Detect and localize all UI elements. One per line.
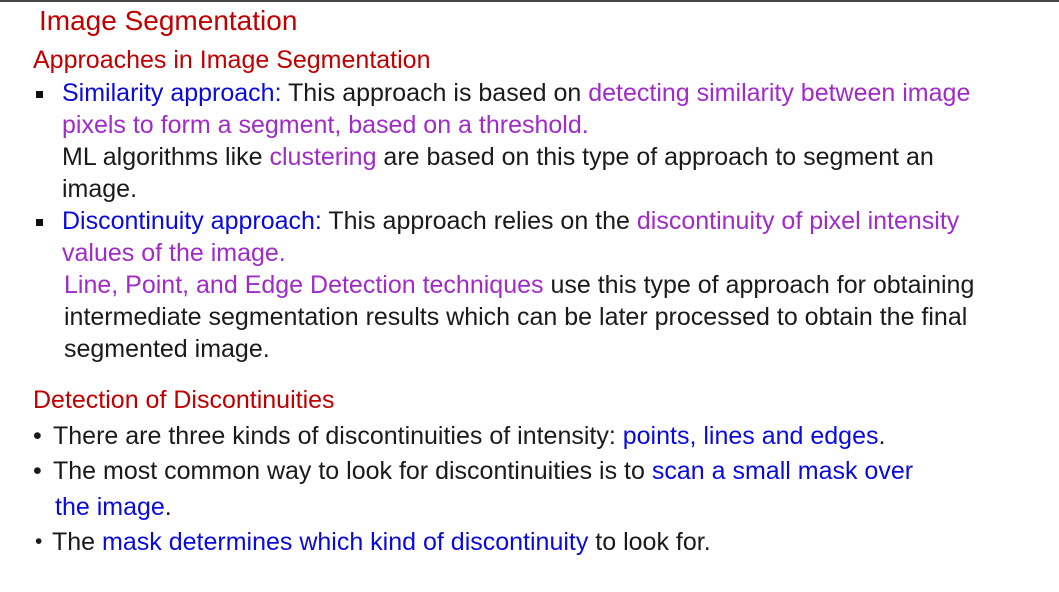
similarity-term: Similarity approach:	[62, 79, 282, 107]
discontinuity-highlight-2: values of the image.	[62, 239, 286, 267]
bullet-dot-icon: •	[35, 530, 43, 553]
similarity-note-highlight: clustering	[269, 143, 377, 171]
detection-bullet-2-line-1: The most common way to look for disconti…	[53, 455, 913, 487]
square-bullet-icon	[36, 219, 43, 226]
detection-bullet-1: There are three kinds of discontinuities…	[53, 420, 885, 452]
discontinuity-note-highlight: Line, Point, and Edge Detection techniqu…	[64, 271, 544, 299]
top-rule	[0, 0, 1059, 2]
discontinuity-note-suffix: use this type of approach for obtaining	[543, 271, 975, 299]
detection-bullet-1-suffix: .	[878, 422, 886, 450]
section-heading-approaches: Approaches in Image Segmentation	[33, 46, 431, 74]
detection-bullet-2-prefix: The most common way to look for disconti…	[53, 457, 652, 485]
discontinuity-term: Discontinuity approach:	[62, 207, 322, 235]
similarity-note-line-1: ML algorithms like clustering are based …	[62, 141, 934, 173]
similarity-note-prefix: ML algorithms like	[62, 143, 270, 171]
detection-bullet-2-line-2: the image.	[55, 491, 172, 523]
detection-bullet-3: The mask determines which kind of discon…	[52, 526, 711, 558]
slide-title: Image Segmentation	[39, 5, 298, 36]
discontinuity-note-line-1: Line, Point, and Edge Detection techniqu…	[64, 269, 974, 301]
similarity-note-suffix: are based on this type of approach to se…	[376, 143, 934, 171]
detection-bullet-3-suffix: to look for.	[588, 528, 711, 556]
similarity-line-1: Similarity approach: This approach is ba…	[62, 77, 970, 109]
detection-bullet-2-highlight-2: the image	[55, 493, 165, 521]
similarity-intro: This approach is based on	[281, 79, 589, 107]
square-bullet-icon	[36, 91, 43, 98]
discontinuity-note-line-3: segmented image.	[64, 335, 270, 363]
similarity-highlight-2: pixels to form a segment, based on a thr…	[62, 111, 589, 139]
detection-bullet-2-highlight-1: scan a small mask over	[651, 457, 914, 485]
similarity-note-line-2: image.	[62, 175, 138, 203]
discontinuity-intro: This approach relies on the	[321, 207, 637, 235]
bullet-dot-icon: •	[33, 422, 42, 450]
similarity-highlight-1: detecting similarity between image	[588, 79, 971, 107]
discontinuity-highlight-1: discontinuity of pixel intensity	[636, 207, 960, 235]
detection-bullet-3-highlight: mask determines which kind of discontinu…	[102, 528, 589, 556]
bullet-dot-icon: •	[33, 457, 42, 485]
section-heading-detection: Detection of Discontinuities	[33, 386, 335, 414]
discontinuity-line-1: Discontinuity approach: This approach re…	[62, 205, 959, 237]
detection-bullet-3-prefix: The	[52, 528, 103, 556]
detection-bullet-2-suffix: .	[164, 493, 172, 521]
detection-bullet-1-prefix: There are three kinds of discontinuities…	[53, 422, 623, 450]
detection-bullet-1-highlight: points, lines and edges	[622, 422, 879, 450]
discontinuity-note-line-2: intermediate segmentation results which …	[64, 303, 968, 331]
